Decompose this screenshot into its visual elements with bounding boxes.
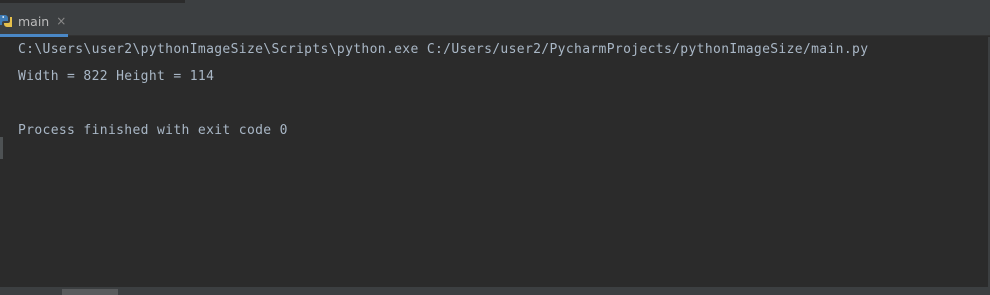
tab-main[interactable]: main × — [0, 6, 68, 37]
console-line-exit-status: Process finished with exit code 0 — [18, 123, 288, 138]
horizontal-scrollbar[interactable] — [0, 287, 990, 295]
scrollbar-thumb[interactable] — [62, 289, 118, 295]
console-output[interactable]: C:\Users\user2\pythonImageSize\Scripts\p… — [0, 37, 990, 287]
run-console-window: main × C:\Users\user2\pythonImageSize\Sc… — [0, 0, 990, 295]
gutter-marker — [0, 137, 3, 159]
console-line-output: Width = 822 Height = 114 — [18, 69, 215, 84]
tab-bar: main × — [0, 6, 990, 37]
console-line-command: C:\Users\user2\pythonImageSize\Scripts\p… — [18, 42, 869, 57]
python-file-icon — [0, 13, 12, 29]
close-icon[interactable]: × — [56, 15, 66, 27]
tab-label: main — [18, 13, 50, 29]
top-strip-accent — [0, 0, 185, 3]
